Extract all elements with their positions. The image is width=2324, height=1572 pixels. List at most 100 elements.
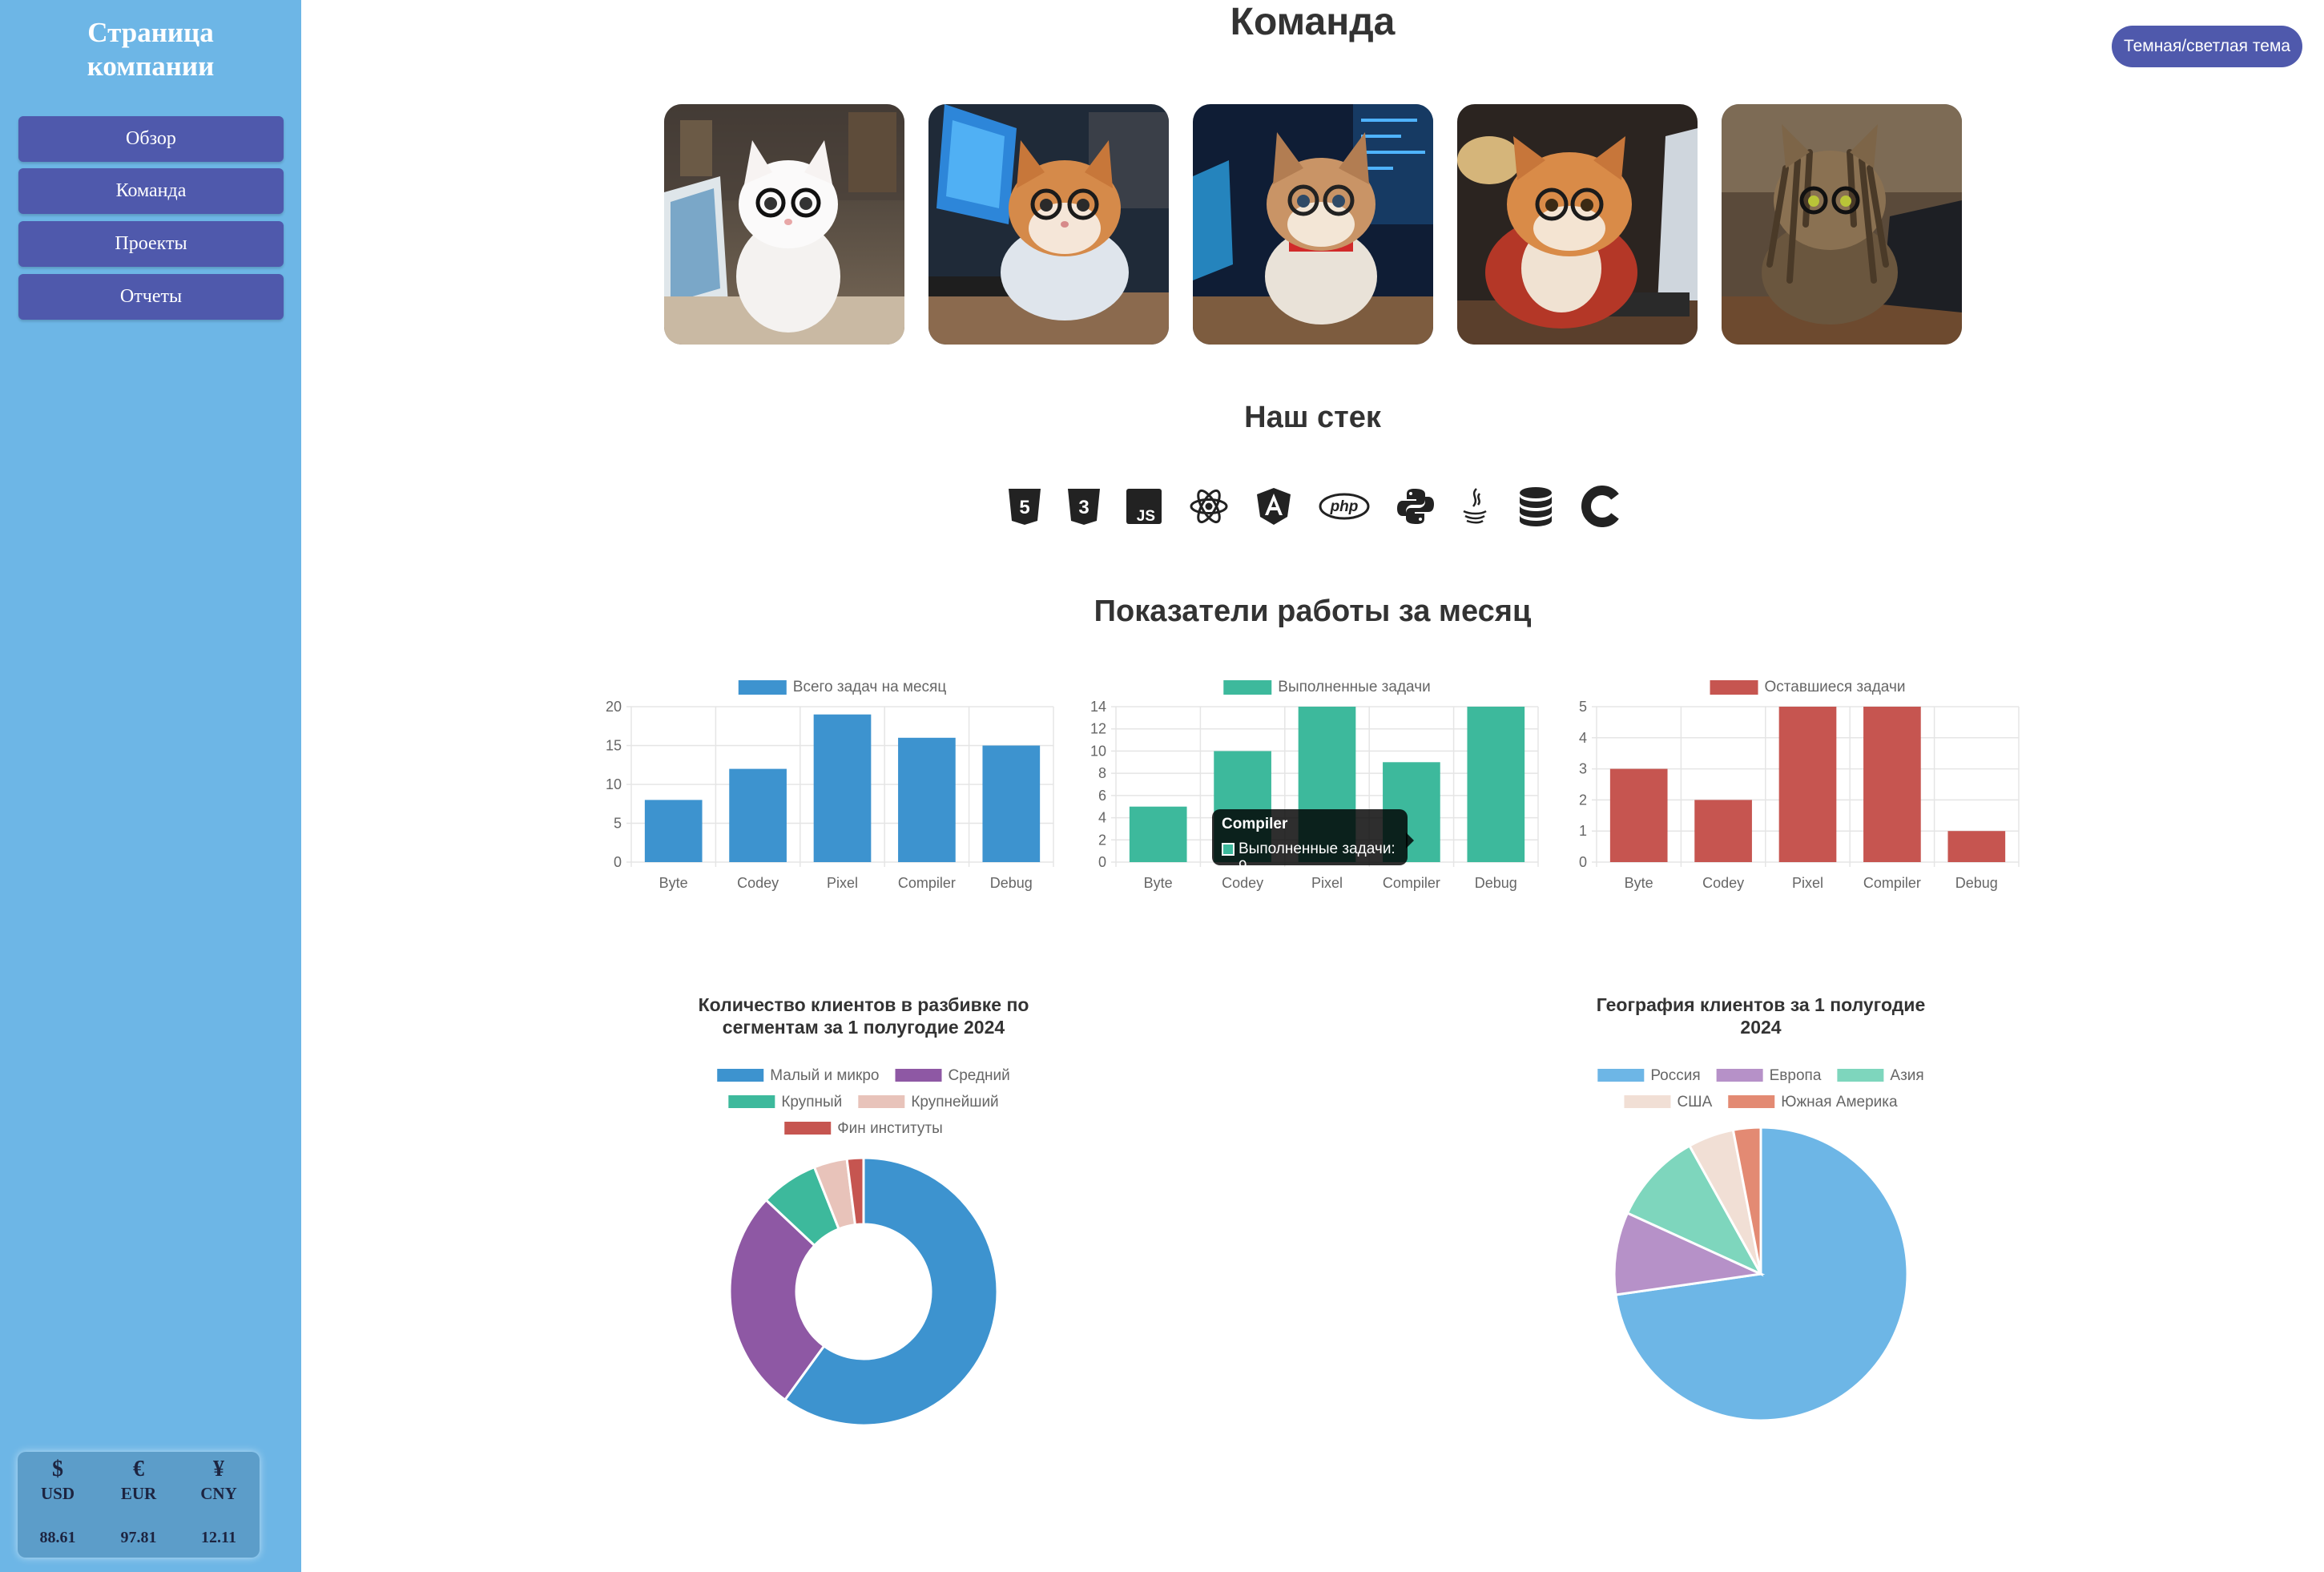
nav-team-button[interactable]: Команда: [18, 168, 284, 214]
brand-line-2: компании: [87, 50, 215, 82]
svg-text:JS: JS: [1137, 508, 1155, 525]
x-tick-label: Byte: [659, 875, 688, 891]
java-icon: [1463, 488, 1487, 524]
legend-label: Россия: [1650, 1067, 1700, 1084]
geography-chart-title: География клиентов за 1 полугодие 2024: [1520, 994, 2001, 1038]
dollar-icon: $: [52, 1457, 63, 1481]
bar-byte[interactable]: [644, 800, 703, 862]
x-tick-label: Compiler: [1383, 875, 1440, 891]
bar-chart-svg: Всего задач на месяц 0 5 10 15 20 Byte Codey Pix…: [606, 679, 1054, 891]
legend-item[interactable]: Оставшиеся задачи: [1710, 679, 1906, 695]
tooltip-body: Выполненные задачи: 9: [1239, 840, 1396, 875]
legend-label: Крупный: [781, 1094, 842, 1110]
x-tick-label: Codey: [1702, 875, 1744, 891]
legend-item[interactable]: Средний: [895, 1067, 1010, 1084]
brand-line-1: Страница: [87, 17, 214, 48]
y-tick-label: 0: [614, 854, 622, 870]
legend-swatch: [1837, 1069, 1884, 1082]
bar-codey[interactable]: [1694, 800, 1752, 862]
y-tick-label: 8: [1098, 765, 1106, 781]
bar-compiler[interactable]: [1863, 707, 1921, 862]
segments-chart-title-line-2: сегментам за 1 полугодие 2024: [722, 1017, 1005, 1038]
svg-text:5: 5: [1019, 497, 1029, 518]
metrics-title: Показатели работы за месяц: [1094, 595, 1532, 628]
x-tick-label: Codey: [1222, 875, 1263, 891]
y-tick-label: 20: [606, 699, 622, 715]
legend-item[interactable]: Крупнейший: [858, 1094, 999, 1110]
legend-item[interactable]: США: [1624, 1094, 1713, 1110]
y-tick-label: 2: [1098, 832, 1106, 848]
legend-label: Всего задач на месяц: [793, 679, 947, 695]
currency-rate: 88.61: [39, 1529, 76, 1546]
geography-chart-title-line-1: География клиентов за 1 полугодие: [1596, 994, 1926, 1015]
y-tick-label: 6: [1098, 788, 1106, 804]
y-tick-label: 10: [606, 776, 622, 792]
x-tick-label: Pixel: [1311, 875, 1343, 891]
y-tick-label: 12: [1090, 721, 1106, 737]
x-tick-label: Byte: [1625, 875, 1653, 891]
pie-chart-svg: Россия Европа Азия США Южная Америка: [1597, 1067, 1924, 1422]
currency-rate: 12.11: [201, 1529, 236, 1546]
legend-item[interactable]: Фин институты: [784, 1120, 943, 1137]
legend-item[interactable]: Россия: [1597, 1067, 1701, 1084]
bar-pixel[interactable]: [813, 714, 872, 862]
currency-code: USD: [40, 1484, 75, 1503]
total-tasks-bar-chart: Всего задач на месяц 0 5 10 15 20 Byte Codey Pix…: [593, 673, 1065, 897]
x-tick-label: Debug: [990, 875, 1033, 891]
nav-reports-button[interactable]: Отчеты: [18, 274, 284, 320]
y-tick-label: 0: [1098, 854, 1106, 870]
svg-text:php: php: [1330, 498, 1359, 515]
legend-row: Россия Европа Азия: [1597, 1067, 1924, 1084]
html5-icon: 5: [1009, 489, 1041, 525]
nav-projects-button[interactable]: Проекты: [18, 221, 284, 267]
legend-item[interactable]: Выполненные задачи: [1223, 679, 1431, 695]
legend-label: США: [1677, 1094, 1712, 1110]
legend-swatch: [728, 1095, 775, 1108]
legend-label: Оставшиеся задачи: [1765, 679, 1906, 695]
legend-item[interactable]: Всего задач на месяц: [738, 679, 947, 695]
bar-byte[interactable]: [1129, 806, 1187, 862]
legend-label: Азия: [1890, 1067, 1923, 1084]
geography-chart-title-line-2: 2024: [1740, 1017, 1782, 1038]
legend-item[interactable]: Азия: [1837, 1067, 1924, 1084]
x-tick-label: Compiler: [898, 875, 956, 891]
legend-swatch: [717, 1069, 764, 1082]
y-tick-label: 10: [1090, 743, 1106, 759]
orange-kitten-glasses-monitors-photo: [928, 104, 1169, 345]
legend-item[interactable]: Крупный: [728, 1094, 842, 1110]
bar-debug[interactable]: [1467, 707, 1525, 862]
segments-chart-title-line-1: Количество клиентов в разбивке по: [698, 994, 1029, 1015]
tabby-cat-dreadlocks-laptop-photo: [1722, 104, 1962, 345]
legend-label: Фин институты: [837, 1120, 943, 1137]
y-tick-label: 4: [1098, 810, 1106, 826]
currency-rate: 97.81: [120, 1529, 157, 1546]
legend-item[interactable]: Малый и микро: [717, 1067, 880, 1084]
white-kitten-glasses-computer-photo: [664, 104, 904, 345]
bar-codey[interactable]: [729, 768, 787, 862]
x-tick-label: Pixel: [1792, 875, 1823, 891]
legend-label: Южная Америка: [1781, 1094, 1898, 1110]
bar-debug[interactable]: [982, 745, 1041, 863]
bar-compiler[interactable]: [898, 737, 956, 862]
tooltip-title: Compiler: [1222, 816, 1288, 832]
legend-item[interactable]: Европа: [1716, 1067, 1822, 1084]
tooltip-swatch: [1222, 843, 1234, 856]
php-icon: php: [1319, 493, 1370, 520]
segments-chart-title: Количество клиентов в разбивке по сегмен…: [623, 994, 1104, 1038]
euro-icon: €: [133, 1457, 144, 1481]
legend-swatch: [738, 680, 787, 695]
legend-label: Европа: [1770, 1067, 1822, 1084]
bar-pixel[interactable]: [1778, 707, 1837, 862]
tabby-kitten-glasses-code-photo: [1193, 104, 1433, 345]
legend-label: Крупнейший: [911, 1094, 998, 1110]
bar-debug[interactable]: [1947, 831, 2006, 862]
pie-chart-svg: Малый и микро Средний Крупный Крупнейший Фин…: [717, 1067, 1010, 1427]
legend-item[interactable]: Южная Америка: [1728, 1094, 1898, 1110]
y-tick-label: 3: [1579, 761, 1587, 777]
x-tick-label: Compiler: [1863, 875, 1921, 891]
nav-overview-button[interactable]: Обзор: [18, 116, 284, 162]
x-tick-label: Codey: [737, 875, 779, 891]
svg-text:3: 3: [1078, 497, 1089, 518]
legend-swatch: [1223, 680, 1272, 695]
bar-byte[interactable]: [1609, 768, 1668, 862]
